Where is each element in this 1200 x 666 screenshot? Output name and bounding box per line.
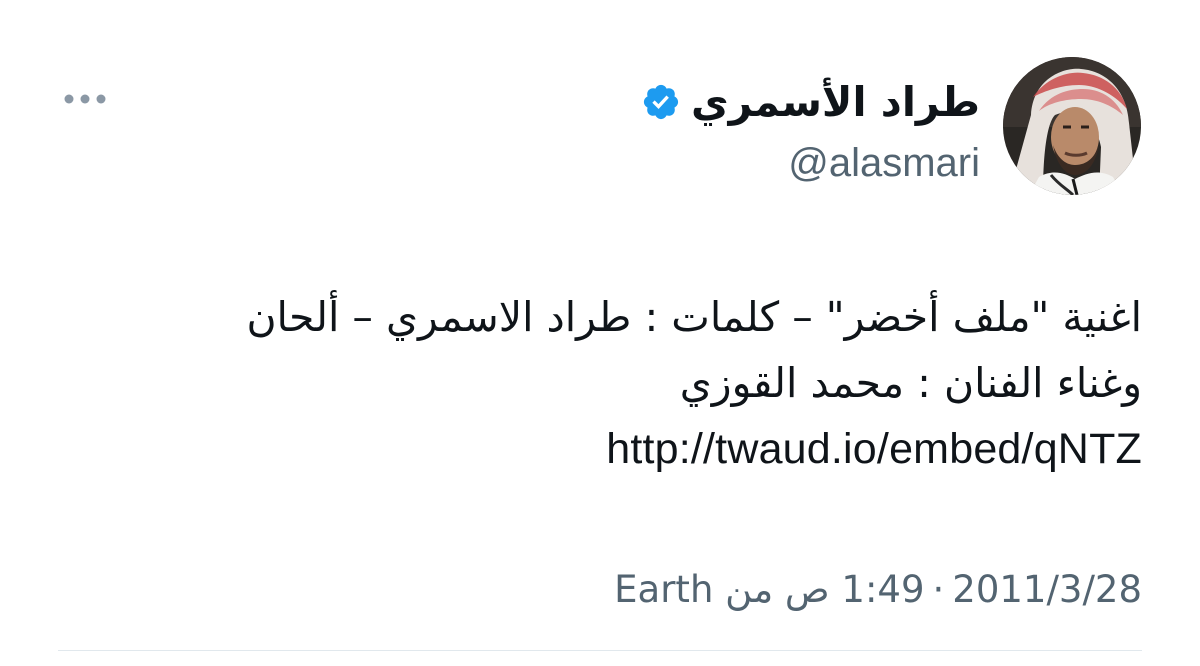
handle[interactable]: @alasmari xyxy=(641,138,980,188)
tweet-text-line-1: اغنية "ملف أخضر" – كلمات : طراد الاسمري … xyxy=(246,293,1142,341)
divider xyxy=(58,650,1142,651)
tweet-source[interactable]: Earth xyxy=(614,568,713,611)
tweet-meta: 2011/3/28·1:49 ص من Earth xyxy=(614,562,1142,618)
tweet-text-line-2: وغناء الفنان : محمد القوزي xyxy=(679,359,1142,407)
tweet-date[interactable]: 2011/3/28 xyxy=(952,568,1142,611)
tweet-card: طراد الأسمري @alasmari اغنية "ملف أخضر" … xyxy=(0,0,1200,666)
avatar[interactable] xyxy=(1003,57,1141,195)
display-name[interactable]: طراد الأسمري xyxy=(691,74,980,130)
verified-badge-icon xyxy=(641,82,681,122)
tweet-time[interactable]: 1:49 ص xyxy=(785,568,925,611)
tweet-text: اغنية "ملف أخضر" – كلمات : طراد الاسمري … xyxy=(52,284,1142,482)
meta-separator: · xyxy=(932,568,945,611)
author-block: طراد الأسمري @alasmari xyxy=(641,74,980,188)
source-prefix: من xyxy=(725,568,774,611)
more-horizontal-icon xyxy=(64,94,106,104)
more-button[interactable] xyxy=(55,82,115,116)
avatar-image xyxy=(1003,57,1141,195)
name-row: طراد الأسمري xyxy=(641,74,980,130)
tweet-link[interactable]: http://twaud.io/embed/qNTZ xyxy=(52,416,1142,482)
